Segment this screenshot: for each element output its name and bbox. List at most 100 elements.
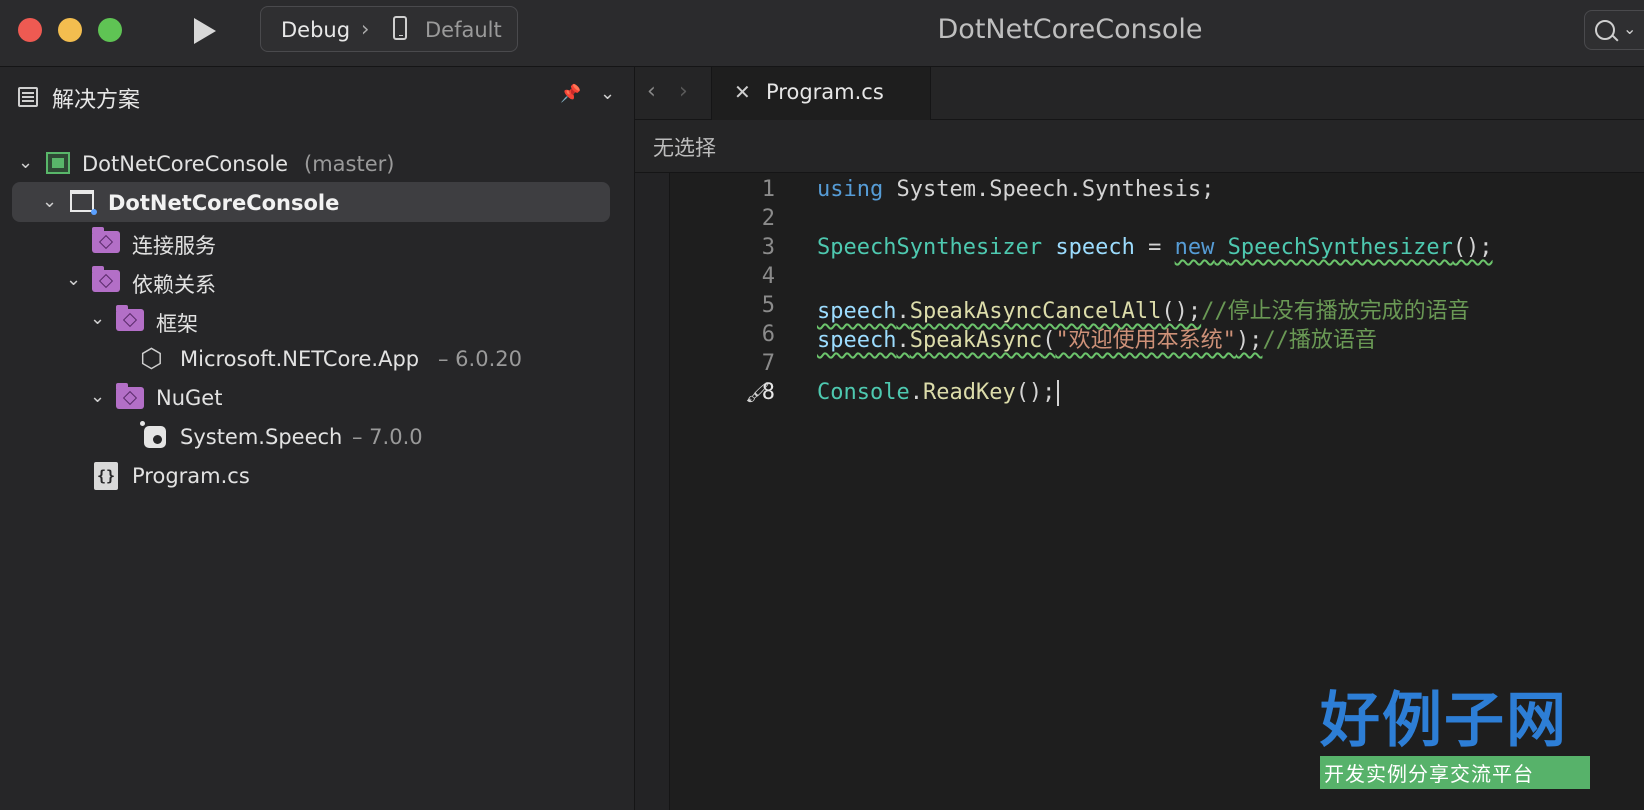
variable-token: speech xyxy=(1042,235,1135,260)
tree-item-label: 依赖关系 xyxy=(132,273,216,297)
editor-tab-bar: ‹ › ✕ Program.cs xyxy=(635,67,1644,120)
tab-program-cs[interactable]: ✕ Program.cs xyxy=(711,67,931,120)
solution-panel-icon xyxy=(18,87,38,107)
member-selector-bar[interactable]: 无选择 xyxy=(635,120,1644,173)
text-caret xyxy=(1057,380,1060,406)
project-icon xyxy=(70,190,97,215)
zoom-window-button[interactable] xyxy=(98,18,122,42)
chevron-down-icon[interactable]: ⌄ xyxy=(90,386,105,407)
tree-item-label: 连接服务 xyxy=(132,234,216,258)
member-selector-label: 无选择 xyxy=(653,136,716,160)
version-label: – 7.0.0 xyxy=(352,425,423,449)
code-token: ( xyxy=(1042,328,1056,353)
code-line-5: speech.SpeakAsyncCancelAll();//停止没有播放完成的… xyxy=(817,293,1470,325)
keyword-token: new xyxy=(1174,235,1215,260)
target-device-label[interactable]: Default xyxy=(425,18,502,42)
code-token: . xyxy=(896,299,910,324)
watermark-title: 好例子网 xyxy=(1320,686,1568,756)
code-token: (); xyxy=(1015,380,1056,405)
type-token: Console xyxy=(817,380,910,405)
code-line-1: using System.Speech.Synthesis; xyxy=(817,177,1214,202)
pin-icon[interactable]: 📌 xyxy=(560,84,581,104)
tree-item-project[interactable]: ⌄ DotNetCoreConsole xyxy=(0,182,634,222)
method-token: ReadKey xyxy=(922,380,1016,405)
close-window-button[interactable] xyxy=(18,18,42,42)
build-config-label[interactable]: Debug xyxy=(281,18,350,42)
line-number: 7 xyxy=(761,351,775,376)
line-number: 4 xyxy=(761,264,775,289)
search-icon xyxy=(1595,20,1615,40)
type-token: SpeechSynthesizer xyxy=(817,235,1043,260)
code-line-3: SpeechSynthesizer speech = new SpeechSyn… xyxy=(817,235,1493,260)
chevron-left-icon[interactable]: ‹ xyxy=(647,79,656,104)
tree-item-netcore-app[interactable]: ⬡ Microsoft.NETCore.App – 6.0.20 xyxy=(0,338,634,378)
code-token: (); xyxy=(1452,235,1493,260)
framework-folder-icon xyxy=(116,305,144,331)
run-configuration-selector[interactable]: Debug › Default xyxy=(260,6,518,52)
chevron-down-icon[interactable]: ⌄ xyxy=(90,308,105,329)
run-play-icon[interactable] xyxy=(194,18,216,44)
chevron-down-icon: ⌄ xyxy=(1623,19,1637,38)
branch-label: (master) xyxy=(304,152,395,176)
site-watermark-logo: 好例子网 开发实例分享交流平台 xyxy=(1320,688,1590,789)
code-line-8: Console.ReadKey(); xyxy=(817,380,1060,406)
tree-item-label: DotNetCoreConsole xyxy=(82,152,289,176)
tree-item-label: DotNetCoreConsole xyxy=(108,191,340,215)
tree-item-frameworks[interactable]: ⌄ 框架 xyxy=(0,299,634,339)
line-number: 3 xyxy=(761,235,775,260)
tree-item-label: System.Speech xyxy=(180,425,343,449)
chevron-down-icon[interactable]: ⌄ xyxy=(18,152,33,173)
code-token: . xyxy=(909,380,923,405)
title-bar: Debug › Default DotNetCoreConsole ⌄ xyxy=(0,0,1644,67)
search-button[interactable]: ⌄ xyxy=(1584,10,1644,50)
csharp-file-icon: {} xyxy=(94,462,118,490)
comment-token: //播放语音 xyxy=(1262,328,1377,353)
solution-panel-title: 解决方案 xyxy=(52,88,141,113)
tree-item-nuget[interactable]: ⌄ NuGet xyxy=(0,377,634,417)
chevron-right-icon: › xyxy=(361,17,370,41)
code-token: (); xyxy=(1161,299,1202,324)
line-number: 2 xyxy=(761,206,775,231)
nuget-folder-icon xyxy=(116,383,144,409)
type-token: SpeechSynthesizer xyxy=(1227,235,1453,260)
tab-label: Program.cs xyxy=(766,80,884,104)
tree-item-system-speech[interactable]: System.Speech – 7.0.0 xyxy=(0,416,634,456)
method-token: SpeakAsync xyxy=(909,328,1043,353)
code-line-6: speech.SpeakAsync("欢迎使用本系统");//播放语音 xyxy=(817,322,1377,354)
chevron-down-icon[interactable]: ⌄ xyxy=(66,269,81,290)
tree-item-solution[interactable]: ⌄ DotNetCoreConsole (master) xyxy=(0,143,634,183)
tree-item-connected-services[interactable]: 连接服务 xyxy=(0,221,634,261)
connected-services-icon xyxy=(92,227,120,253)
chevron-down-icon[interactable]: ⌄ xyxy=(42,191,57,212)
tree-item-label: 框架 xyxy=(156,312,198,336)
solution-explorer-panel: 解决方案 📌 ⌄ ⌄ DotNetCoreConsole (master) ⌄ … xyxy=(0,67,635,810)
dependencies-folder-icon xyxy=(92,266,120,292)
method-token: SpeakAsyncCancelAll xyxy=(909,299,1162,324)
line-number: 5 xyxy=(761,293,775,318)
operator-token: = xyxy=(1134,235,1175,260)
code-token: . xyxy=(896,328,910,353)
tree-item-label: NuGet xyxy=(156,386,223,410)
tree-item-dependencies[interactable]: ⌄ 依赖关系 xyxy=(0,260,634,300)
line-number: 6 xyxy=(761,322,775,347)
tree-item-program-cs[interactable]: {} Program.cs xyxy=(0,455,634,495)
close-tab-icon[interactable]: ✕ xyxy=(734,80,751,104)
minimize-window-button[interactable] xyxy=(58,18,82,42)
watermark-subtitle: 开发实例分享交流平台 xyxy=(1320,756,1590,789)
chevron-right-icon[interactable]: › xyxy=(679,79,688,104)
nuget-package-icon xyxy=(140,421,166,448)
keyword-token: using xyxy=(817,177,884,202)
window-title: DotNetCoreConsole xyxy=(937,14,1203,45)
comment-token: //停止没有播放完成的语音 xyxy=(1201,299,1470,324)
version-label: – 6.0.20 xyxy=(438,347,522,371)
code-token: ); xyxy=(1235,328,1263,353)
chevron-down-icon[interactable]: ⌄ xyxy=(600,83,615,104)
string-token: "欢迎使用本系统" xyxy=(1055,328,1236,353)
solution-icon xyxy=(46,152,70,174)
device-phone-icon xyxy=(393,16,407,40)
tree-item-label: Program.cs xyxy=(132,464,250,488)
code-token: System.Speech.Synthesis; xyxy=(883,177,1215,202)
code-fix-brush-icon[interactable]: 🖌 xyxy=(745,380,770,404)
variable-token: speech xyxy=(817,299,897,324)
